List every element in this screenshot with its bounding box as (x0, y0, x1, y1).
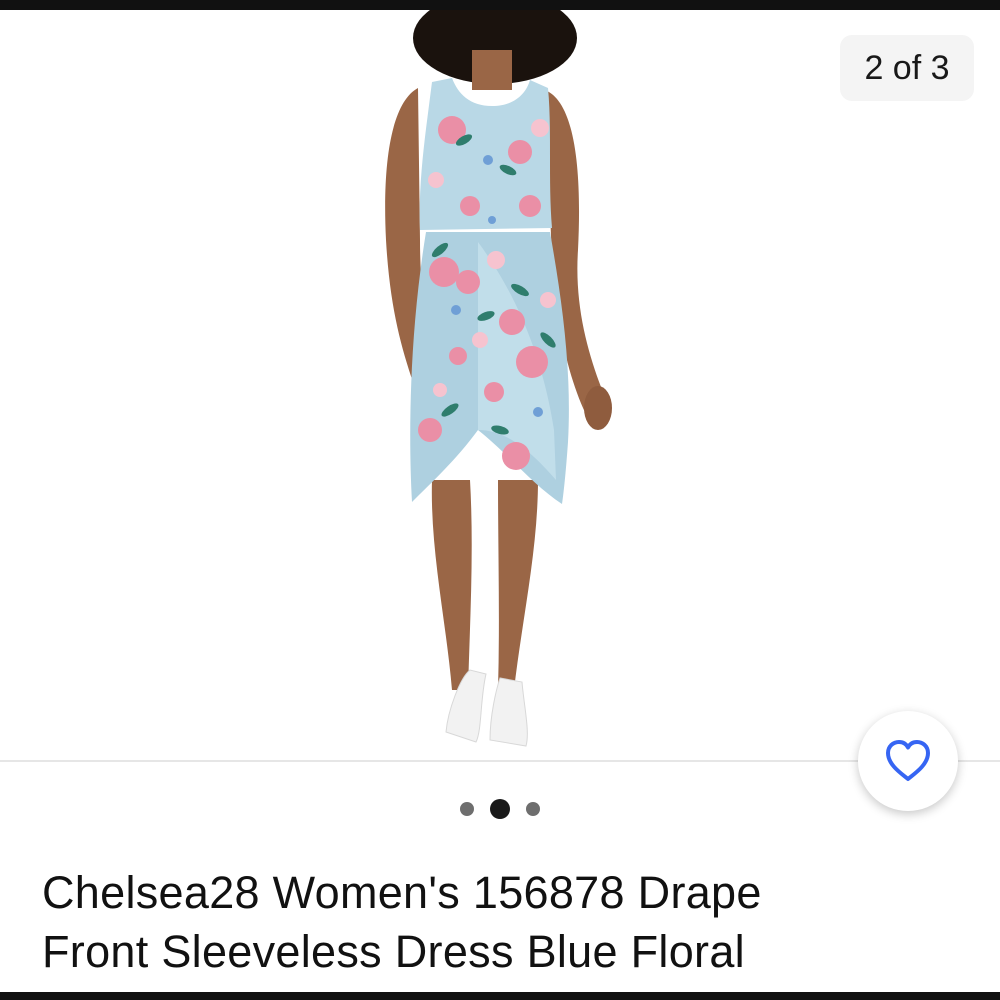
model-left-leg (431, 480, 472, 690)
pagination-dot-1[interactable] (460, 802, 474, 816)
product-photo (385, 10, 612, 747)
gallery-divider (0, 760, 1000, 762)
listing-title-line-1: Chelsea28 Women's 156878 Drape (42, 867, 762, 918)
right-sandal (489, 677, 528, 747)
pagination-dot-3[interactable] (526, 802, 540, 816)
pagination-dot-2-active[interactable] (490, 799, 510, 819)
image-gallery[interactable]: 2 of 3 (0, 10, 1000, 762)
listing-title: Chelsea28 Women's 156878 Drape Front Sle… (42, 863, 972, 981)
image-counter-text: 2 of 3 (864, 48, 950, 87)
image-counter-badge: 2 of 3 (840, 35, 974, 101)
heart-outline-icon (886, 740, 930, 781)
listing-screen: 2 of 3 Chelsea28 Women's 156878 Drape Fr… (0, 10, 1000, 992)
model-right-leg (498, 480, 538, 690)
gallery-pagination-dots (0, 796, 1000, 822)
listing-title-line-2: Front Sleeveless Dress Blue Floral (42, 926, 745, 977)
